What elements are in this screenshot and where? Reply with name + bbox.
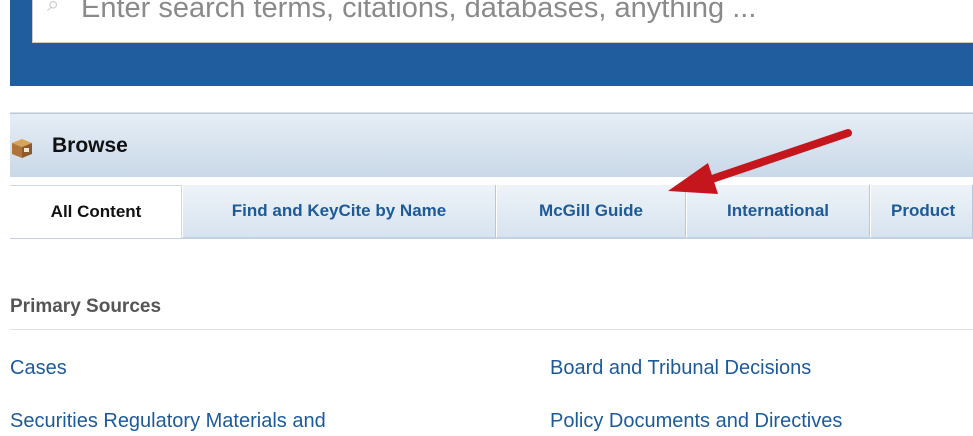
link-board-and-tribunal-decisions[interactable]: Board and Tribunal Decisions (550, 357, 811, 380)
tab-mcgill-guide[interactable]: McGill Guide (496, 185, 686, 238)
tab-label: Find and KeyCite by Name (231, 201, 447, 220)
box-icon (12, 139, 32, 158)
browse-bar: Browse (10, 113, 973, 177)
browse-title: Browse (52, 134, 128, 157)
search-icon: ⌕ (47, 0, 60, 16)
link-cases[interactable]: Cases (10, 357, 67, 380)
tab-label: All Content (50, 202, 142, 221)
link-securities-regulatory-materials[interactable]: Securities Regulatory Materials and (10, 410, 326, 433)
tab-find-and-keycite-by-name[interactable]: Find and KeyCite by Name (182, 185, 496, 238)
tab-label: International (726, 201, 829, 220)
search-input[interactable] (81, 0, 961, 28)
browse-tabs: All Content Find and KeyCite by Name McG… (10, 185, 973, 238)
tab-international[interactable]: International (686, 185, 870, 238)
tab-label: McGill Guide (539, 201, 643, 220)
link-policy-documents-and-directives[interactable]: Policy Documents and Directives (550, 410, 842, 433)
tab-all-content[interactable]: All Content (10, 185, 182, 238)
section-divider (10, 329, 973, 330)
tab-product[interactable]: Product (870, 185, 973, 238)
section-title: Primary Sources (10, 296, 162, 317)
tabs-divider (10, 238, 973, 239)
tab-label: Product (891, 201, 956, 220)
search-box[interactable]: ⌕ (32, 0, 973, 43)
